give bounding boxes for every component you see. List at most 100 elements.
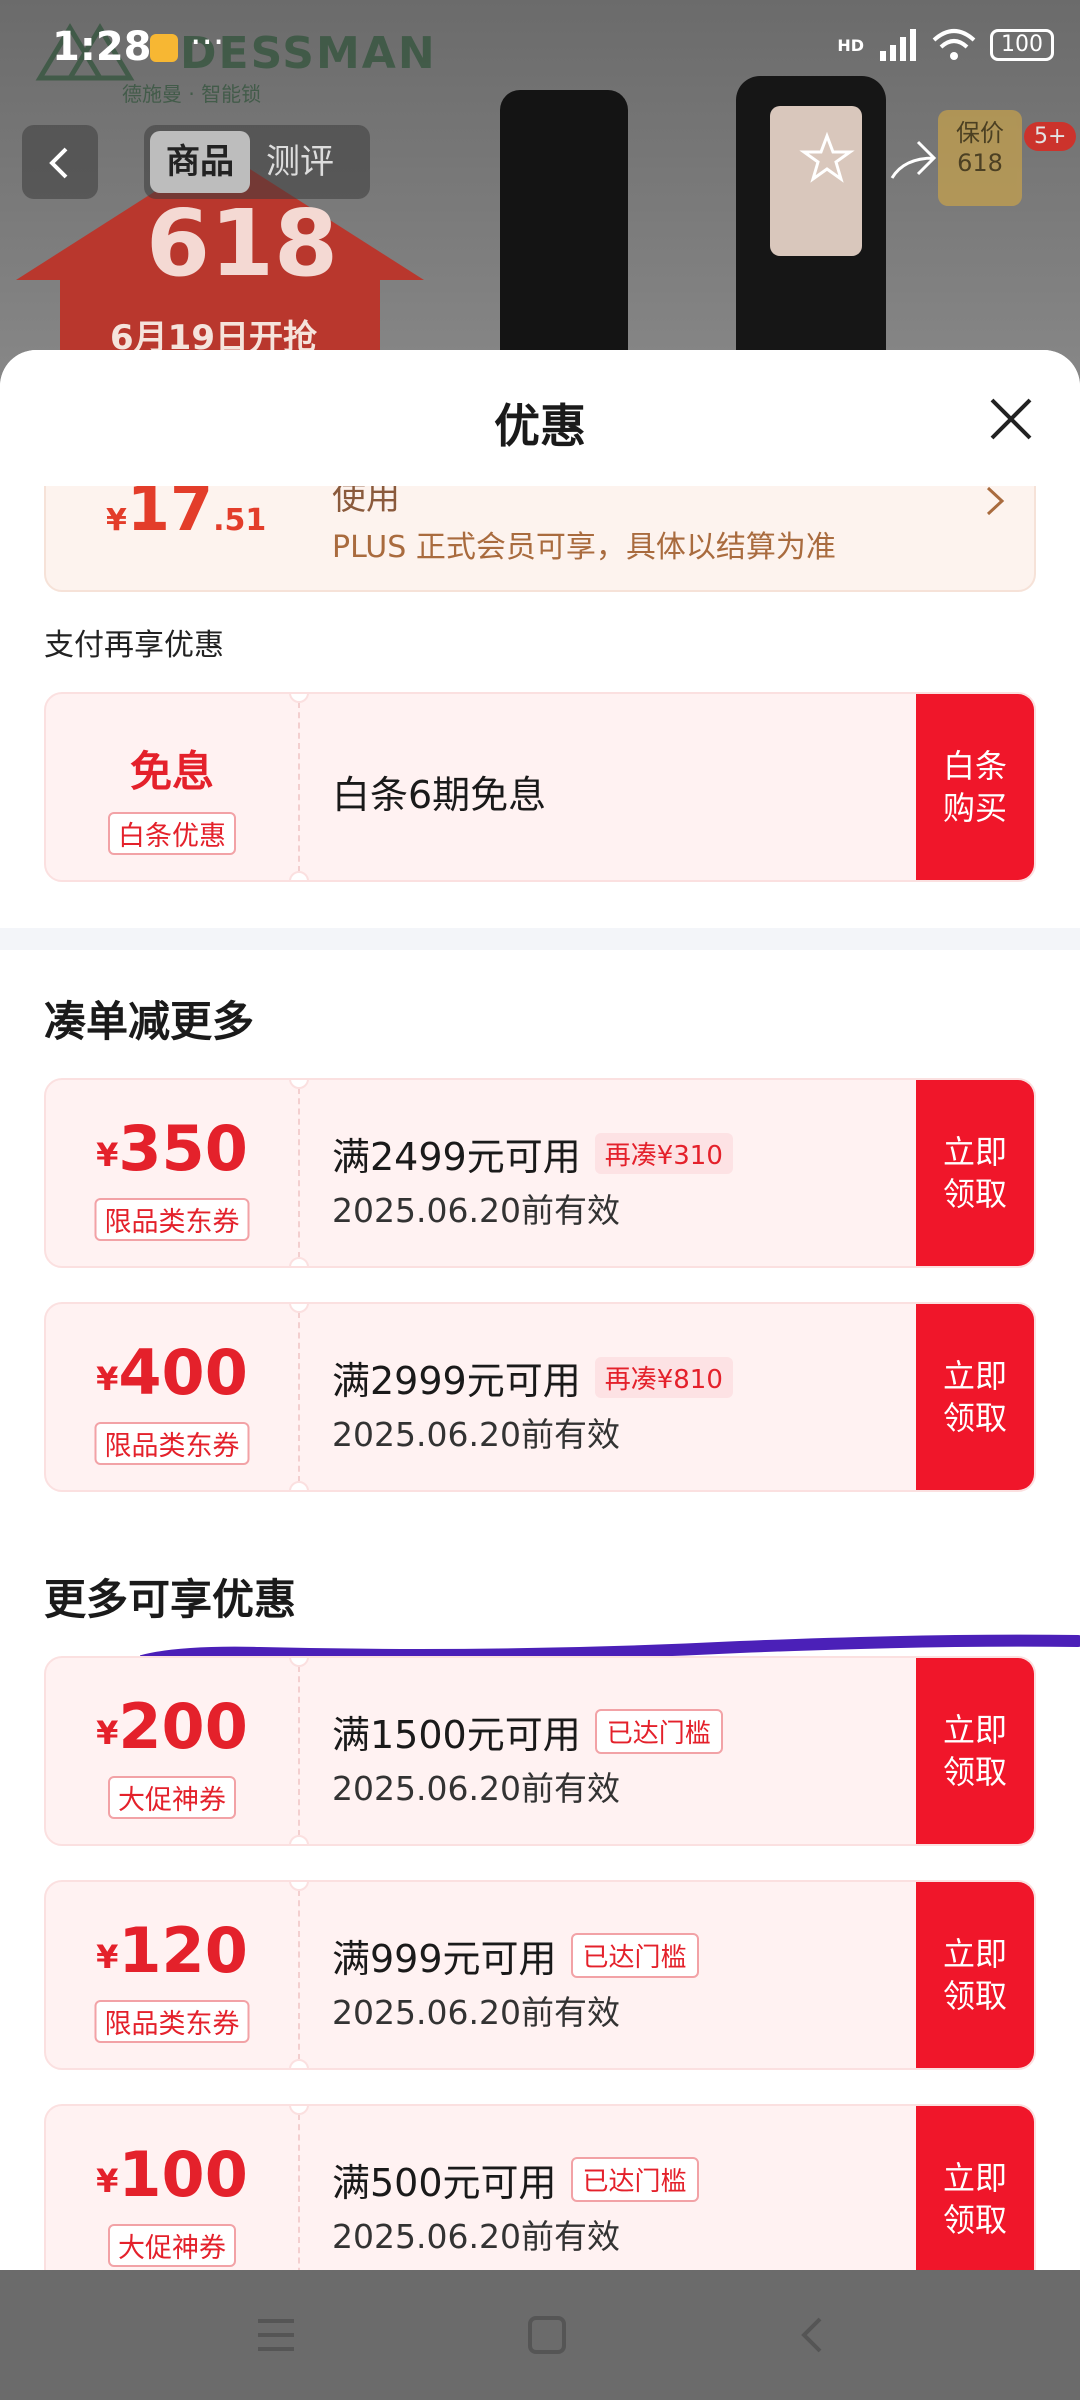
coupon-amount: ¥400: [46, 1336, 298, 1409]
coupon-left: ¥400 限品类东券: [46, 1304, 298, 1490]
coupon-condition: 满2999元可用: [332, 1359, 581, 1403]
coupon-condition-row: 满2499元可用 再凑¥310: [332, 1126, 733, 1181]
share-icon[interactable]: [884, 130, 942, 188]
count-badge: 5+: [1024, 122, 1077, 151]
plus-desc: PLUS 正式会员可享，具体以结算为准: [332, 530, 836, 565]
chevron-right-icon: [986, 486, 1005, 516]
coupon-amount: ¥120: [46, 1914, 298, 1987]
close-icon[interactable]: [986, 394, 1036, 444]
plus-title: 使用: [332, 486, 400, 518]
promo-618: 618: [146, 190, 339, 297]
coupon-pill: 再凑¥310: [594, 1133, 733, 1174]
coupon-separator: [298, 1312, 300, 1482]
coupon-notch: [289, 1481, 309, 1490]
coupon-card[interactable]: ¥100 大促神券 满500元可用 已达门槛 2025.06.20前有效 立即 领…: [44, 2104, 1036, 2270]
product-tabs: 商品 测评: [144, 125, 370, 199]
claim-label: 立即 领取: [942, 1133, 1007, 1213]
plus-value: 17: [126, 486, 214, 545]
coupon-pill: 已达门槛: [570, 2157, 699, 2202]
baitiao-desc: 白条6期免息: [332, 773, 547, 817]
coupon-separator: [298, 702, 300, 872]
coupon-left: ¥120 限品类东券: [46, 1882, 298, 2068]
coupon-card[interactable]: ¥400 限品类东券 满2999元可用 再凑¥810 2025.06.20前有效 …: [44, 1302, 1036, 1492]
baitiao-buy-label: 白条 购买: [942, 747, 1007, 827]
baitiao-buy-button[interactable]: 白条 购买: [916, 694, 1034, 880]
signal-icon: [880, 29, 916, 61]
sheet-title: 优惠: [494, 399, 586, 453]
coupon-notch: [289, 2059, 309, 2068]
claim-button[interactable]: 立即 领取: [916, 2106, 1034, 2270]
back-button[interactable]: [22, 125, 98, 199]
claim-button[interactable]: 立即 领取: [916, 1080, 1034, 1266]
coupon-condition: 满2499元可用: [332, 1135, 581, 1179]
sheet-content: ¥17.51 使用 PLUS 正式会员可享，具体以结算为准 支付再享优惠 免息 …: [0, 486, 1080, 2270]
price-protect-badge[interactable]: 保价 618: [938, 110, 1022, 206]
claim-label: 立即 领取: [942, 1935, 1007, 2015]
price-protect-text: 保价 618: [956, 119, 1004, 177]
notification-icon: [150, 34, 178, 62]
coupon-notch: [289, 1835, 309, 1844]
coupon-currency: ¥: [96, 2162, 119, 2200]
coupon-info: 满1500元可用 已达门槛 2025.06.20前有效: [332, 1658, 904, 1844]
discount-sheet: 优惠 ¥17.51 使用 PLUS 正式会员可享，具体以结算为准 支付再享优惠 …: [0, 350, 1080, 2270]
claim-label: 立即 领取: [942, 1357, 1007, 1437]
plus-decimal: .51: [213, 503, 267, 538]
more-section-title: 凑单减更多: [44, 997, 255, 1046]
plus-member-card[interactable]: ¥17.51 使用 PLUS 正式会员可享，具体以结算为准: [44, 486, 1036, 592]
status-time: 1:28: [52, 24, 152, 70]
coupon-condition: 满999元可用: [332, 1937, 557, 1981]
baitiao-main: 免息: [129, 747, 214, 796]
coupon-tag: 限品类东券: [94, 2000, 250, 2043]
coupon-separator: [298, 1890, 300, 2060]
baitiao-card[interactable]: 免息 白条优惠 白条6期免息 白条 购买: [44, 692, 1036, 882]
status-bar: 1:28 ··· HD 100: [0, 0, 1080, 100]
claim-button[interactable]: 立即 领取: [916, 1882, 1034, 2068]
section-divider: [0, 928, 1080, 950]
claim-button[interactable]: 立即 领取: [916, 1304, 1034, 1490]
coupon-condition-row: 满1500元可用 已达门槛: [332, 1704, 723, 1759]
home-icon[interactable]: [527, 2315, 567, 2355]
coupon-info: 满999元可用 已达门槛 2025.06.20前有效: [332, 1882, 904, 2068]
coupon-value: 350: [118, 1112, 248, 1185]
coupon-condition-row: 满500元可用 已达门槛: [332, 2152, 699, 2207]
coupon-amount: ¥100: [46, 2138, 298, 2211]
coupon-expiry: 2025.06.20前有效: [332, 1191, 620, 1230]
coupon-card[interactable]: ¥350 限品类东券 满2499元可用 再凑¥310 2025.06.20前有效 …: [44, 1078, 1036, 1268]
coupon-currency: ¥: [96, 1714, 119, 1752]
battery-icon: 100: [990, 29, 1054, 61]
nav-back-icon[interactable]: [796, 2315, 826, 2355]
coupon-card[interactable]: ¥120 限品类东券 满999元可用 已达门槛 2025.06.20前有效 立即 …: [44, 1880, 1036, 2070]
sheet-header: 优惠: [0, 350, 1080, 486]
coupon-left: ¥200 大促神券: [46, 1658, 298, 1844]
coupon-tag: 限品类东券: [94, 1422, 250, 1465]
claim-label: 立即 领取: [942, 1711, 1007, 1791]
plus-amount: ¥17.51: [106, 486, 266, 545]
star-icon[interactable]: [798, 130, 856, 188]
coupon-separator: [298, 2114, 300, 2270]
coupon-amount: ¥200: [46, 1690, 298, 1763]
coupon-tag: 限品类东券: [94, 1198, 250, 1241]
coupon-separator: [298, 1666, 300, 1836]
coupon-left: ¥350 限品类东券: [46, 1080, 298, 1266]
coupon-notch: [289, 871, 309, 880]
claim-button[interactable]: 立即 领取: [916, 1658, 1034, 1844]
coupon-value: 120: [118, 1914, 248, 1987]
coupon-pill: 已达门槛: [570, 1933, 699, 1978]
coupon-value: 400: [118, 1336, 248, 1409]
coupon-condition: 满1500元可用: [332, 1713, 581, 1757]
coupon-currency: ¥: [96, 1136, 119, 1174]
back-icon: [49, 147, 68, 179]
coupon-card[interactable]: ¥200 大促神券 满1500元可用 已达门槛 2025.06.20前有效 立即 …: [44, 1656, 1036, 1846]
coupon-value: 100: [118, 2138, 248, 2211]
coupon-expiry: 2025.06.20前有效: [332, 1415, 620, 1454]
coupon-info: 满2999元可用 再凑¥810 2025.06.20前有效: [332, 1304, 904, 1490]
tab-review[interactable]: 测评: [250, 131, 350, 193]
coupon-tag: 大促神券: [108, 2224, 236, 2267]
menu-icon[interactable]: [254, 2315, 298, 2355]
claim-label: 立即 领取: [942, 2159, 1007, 2239]
coupon-amount: ¥350: [46, 1112, 298, 1185]
coupon-value: 200: [118, 1690, 248, 1763]
tab-goods[interactable]: 商品: [150, 131, 250, 193]
coupon-pill: 再凑¥810: [594, 1357, 733, 1398]
product-top-bar: 商品 测评 保价 618 5+: [0, 110, 1080, 206]
